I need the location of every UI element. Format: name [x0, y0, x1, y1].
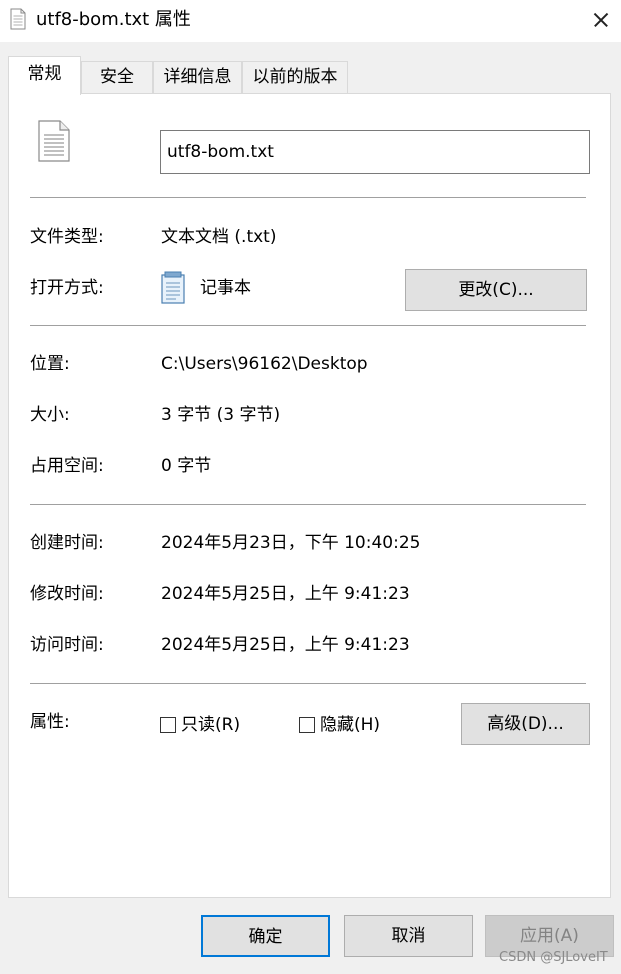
hidden-checkbox[interactable]: 隐藏(H) — [299, 713, 380, 737]
change-button[interactable]: 更改(C)... — [405, 269, 587, 311]
modified-value: 2024年5月25日，上午 9:41:23 — [161, 584, 410, 604]
divider — [30, 197, 586, 198]
ok-button[interactable]: 确定 — [201, 915, 330, 957]
general-tab-panel — [8, 93, 611, 898]
size-on-disk-value: 0 字节 — [161, 456, 212, 476]
window-title: utf8-bom.txt 属性 — [36, 9, 191, 30]
file-type-label: 文件类型: — [30, 227, 104, 247]
open-with-label: 打开方式: — [30, 278, 104, 298]
readonly-label: 只读(R) — [181, 715, 241, 735]
created-label: 创建时间: — [30, 533, 104, 553]
created-value: 2024年5月23日，下午 10:40:25 — [161, 533, 421, 553]
tab-details[interactable]: 详细信息 — [153, 61, 242, 93]
checkbox-box[interactable] — [160, 717, 176, 733]
notepad-icon — [161, 271, 185, 304]
accessed-label: 访问时间: — [30, 635, 104, 655]
file-type-value: 文本文档 (.txt) — [161, 227, 277, 247]
cancel-button[interactable]: 取消 — [344, 915, 473, 957]
divider — [30, 683, 586, 684]
readonly-checkbox[interactable]: 只读(R) — [160, 713, 240, 737]
hidden-label: 隐藏(H) — [320, 715, 381, 735]
text-file-icon — [10, 8, 26, 30]
checkbox-box[interactable] — [299, 717, 315, 733]
accessed-value: 2024年5月25日，上午 9:41:23 — [161, 635, 410, 655]
advanced-button[interactable]: 高级(D)... — [461, 703, 590, 745]
tab-security[interactable]: 安全 — [81, 61, 153, 93]
tab-previous-versions[interactable]: 以前的版本 — [242, 61, 348, 93]
location-label: 位置: — [30, 354, 70, 374]
location-value: C:\Users\96162\Desktop — [161, 354, 368, 374]
title-bar: utf8-bom.txt 属性 — [0, 0, 621, 42]
size-value: 3 字节 (3 字节) — [161, 405, 281, 425]
size-on-disk-label: 占用空间: — [30, 456, 104, 476]
modified-label: 修改时间: — [30, 584, 104, 604]
divider — [30, 325, 586, 326]
open-with-value: 记事本 — [200, 278, 251, 298]
tab-general[interactable]: 常规 — [8, 56, 81, 95]
attributes-label: 属性: — [30, 712, 70, 732]
watermark-text: CSDN @SJLoveIT — [499, 950, 608, 965]
divider — [30, 504, 586, 505]
file-name-input[interactable] — [160, 130, 590, 174]
size-label: 大小: — [30, 405, 70, 425]
text-file-icon — [38, 120, 70, 162]
close-icon[interactable] — [580, 4, 620, 36]
